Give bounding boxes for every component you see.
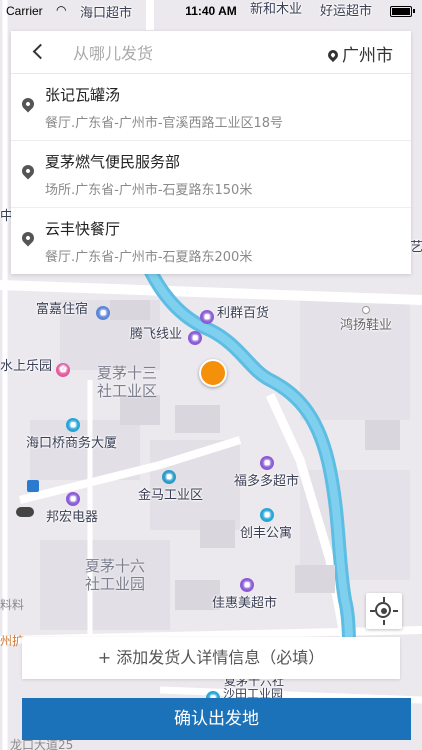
poi-label: 富嘉住宿	[36, 302, 89, 317]
status-bar: Carrier ◠ 11:40 AM	[0, 0, 422, 22]
result-name: 张记瓦罐汤	[45, 86, 121, 104]
park-icon: ✿	[56, 363, 71, 377]
result-name: 夏茅燃气便民服务部	[45, 153, 181, 171]
city-label: 广州市	[342, 46, 393, 66]
result-address: 餐厅.广东省-广州市-官溪西路工业区18号	[45, 116, 284, 131]
clock: 11:40 AM	[185, 4, 237, 18]
map-label-edge-1: 料料	[0, 598, 25, 612]
building-icon: ▪	[66, 418, 80, 432]
area-label-xiamao-13: 夏茅十三 社工业区	[97, 364, 157, 400]
poi-label: 金马工业区	[138, 488, 204, 503]
location-pin-icon	[19, 229, 37, 247]
poi-label: 佳惠美超市	[212, 596, 278, 611]
battery-icon	[390, 6, 412, 17]
shop-icon: ▪	[66, 492, 80, 506]
location-pin-icon	[19, 95, 37, 113]
factory-icon: ▪	[162, 470, 176, 484]
search-result[interactable]: 夏茅燃气便民服务部 场所.广东省-广州市-石夏路东150米	[11, 141, 411, 208]
search-bar: 广州市	[11, 31, 411, 74]
crosshair-tick	[383, 620, 385, 625]
search-result[interactable]: 云丰快餐厅 餐厅.广东省-广州市-石夏路东200米	[11, 208, 411, 274]
poi-banghong-electric[interactable]: ▪ 邦宏电器	[46, 492, 98, 525]
poi-fujia-lodging[interactable]: 富嘉住宿 ▪	[36, 298, 113, 320]
building-icon: ▪	[188, 331, 203, 345]
add-sender-info-button[interactable]: + 添加发货人详情信息（必填）	[22, 637, 400, 679]
back-button[interactable]	[25, 39, 51, 65]
search-input[interactable]	[71, 40, 305, 66]
poi-label: 邦宏电器	[46, 510, 99, 525]
confirm-origin-button[interactable]: 确认出发地	[22, 698, 411, 740]
poi-label: 创丰公寓	[240, 526, 293, 541]
map-label-edge-right: 艺	[410, 240, 422, 255]
bus-icon	[27, 480, 39, 492]
poi-label: 福多多超市	[234, 474, 300, 489]
location-pin-icon	[19, 162, 37, 180]
poi-label: 腾飞线业	[130, 327, 183, 342]
map-label-edge-2: 州扩	[0, 634, 25, 648]
poi-tengfei-thread[interactable]: 腾飞线业 ▪	[130, 323, 205, 345]
poi-hongyang-shoes[interactable]: 鸿扬鞋业	[340, 306, 392, 333]
cart-icon: ▪	[260, 456, 274, 470]
shop-icon: ▪	[200, 310, 214, 324]
result-name: 云丰快餐厅	[45, 220, 121, 238]
locate-me-button[interactable]	[366, 593, 402, 629]
selected-location-pin-icon[interactable]	[199, 359, 227, 387]
apartment-icon: ▪	[260, 508, 274, 522]
crosshair-tick	[393, 610, 398, 612]
poi-water-park[interactable]: 水上乐园 ✿	[0, 355, 73, 377]
poi-label: 鸿扬鞋业	[340, 318, 393, 333]
poi-label: 利群百货	[217, 306, 270, 321]
poi-jiahuimei-supermarket[interactable]: ▪ 佳惠美超市	[212, 578, 277, 611]
dot-icon	[362, 306, 370, 314]
area-label-xiamao-16: 夏茅十六 社工业园	[85, 557, 145, 593]
search-result[interactable]: 张记瓦罐汤 餐厅.广东省-广州市-官溪西路工业区18号	[11, 74, 411, 141]
search-panel: 广州市 张记瓦罐汤 餐厅.广东省-广州市-官溪西路工业区18号 夏茅燃气便民服务…	[11, 31, 411, 274]
crosshair-tick	[370, 610, 375, 612]
area-label-line: 夏茅十三	[97, 364, 158, 382]
poi-label: 海口桥商务大厦	[26, 436, 118, 451]
result-address: 场所.广东省-广州市-石夏路东150米	[45, 183, 253, 198]
poi-fuduoduo-supermarket[interactable]: ▪ 福多多超市	[234, 456, 299, 489]
traffic-light-icon	[16, 507, 34, 517]
poi-label: 水上乐园	[0, 359, 53, 374]
area-label-line: 夏茅十六	[85, 557, 146, 575]
poi-haikouqiao-building[interactable]: ▪ 海口桥商务大厦	[26, 418, 117, 451]
city-selector[interactable]: 广州市	[325, 41, 393, 66]
cart-icon: ▪	[240, 578, 254, 592]
hotel-icon: ▪	[96, 306, 111, 320]
crosshair-dot	[381, 608, 387, 614]
crosshair-tick	[383, 597, 385, 602]
battery-tip	[413, 9, 415, 13]
area-label-line: 社工业园	[85, 575, 146, 593]
poi-jinma-industrial[interactable]: ▪ 金马工业区	[138, 470, 203, 503]
result-address: 餐厅.广东省-广州市-石夏路东200米	[45, 250, 253, 265]
location-pin-icon	[325, 47, 341, 63]
poi-liqun-store[interactable]: ▪ 利群百货	[200, 302, 269, 324]
area-label-line: 社工业区	[97, 382, 158, 400]
poi-chuangfeng-apartment[interactable]: ▪ 创丰公寓	[240, 508, 292, 541]
